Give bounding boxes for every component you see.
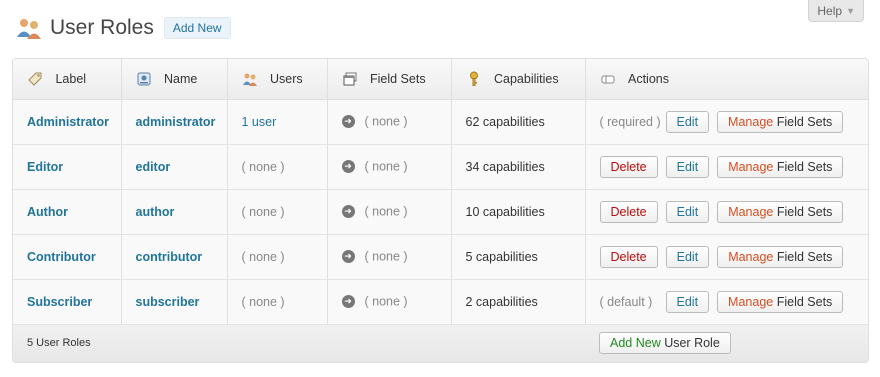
role-label-link[interactable]: Contributor bbox=[27, 250, 96, 264]
arrow-right-icon[interactable]: ➜ bbox=[341, 295, 355, 309]
delete-button[interactable]: Delete bbox=[599, 200, 658, 223]
user-roles-icon bbox=[17, 19, 41, 39]
table-footer-row: 5 User Roles Add New User Role bbox=[13, 324, 868, 362]
arrow-right-icon[interactable]: ➜ bbox=[341, 115, 355, 129]
manage-field-sets-button[interactable]: Manage Field Sets bbox=[717, 110, 844, 133]
field-sets-value: ( none ) bbox=[364, 204, 408, 219]
windows-icon bbox=[343, 72, 356, 86]
table-row: Editor editor ( none ) ➜ ( none ) 34 capa… bbox=[13, 144, 868, 190]
role-label-link[interactable]: Author bbox=[27, 205, 68, 219]
arrow-right-icon[interactable]: ➜ bbox=[341, 250, 355, 264]
caret-down-icon: ▼ bbox=[846, 5, 855, 16]
role-users-value: ( none ) bbox=[241, 159, 285, 174]
role-users-value: ( none ) bbox=[241, 249, 285, 264]
edit-button[interactable]: Edit bbox=[665, 245, 710, 268]
key-icon bbox=[469, 71, 478, 86]
eraser-icon bbox=[601, 75, 614, 84]
capabilities-count: 10 capabilities bbox=[465, 204, 545, 219]
edit-button[interactable]: Edit bbox=[665, 200, 710, 223]
page-header: User Roles Add New bbox=[16, 12, 231, 44]
column-label[interactable]: Label bbox=[13, 59, 122, 100]
field-sets-value: ( none ) bbox=[364, 159, 408, 174]
table-row: Author author ( none ) ➜ ( none ) 10 capa… bbox=[13, 189, 868, 235]
tag-icon bbox=[28, 72, 42, 86]
role-name-link[interactable]: administrator bbox=[136, 115, 216, 129]
status-label: ( default ) bbox=[599, 294, 653, 309]
role-label-link[interactable]: Administrator bbox=[27, 115, 109, 129]
add-new-user-role-button[interactable]: Add New User Role bbox=[599, 332, 731, 355]
manage-field-sets-button[interactable]: Manage Field Sets bbox=[717, 245, 844, 268]
manage-field-sets-button[interactable]: Manage Field Sets bbox=[717, 290, 844, 313]
column-field-sets[interactable]: Field Sets bbox=[327, 59, 452, 100]
page-title: User Roles bbox=[50, 16, 154, 39]
arrow-right-icon[interactable]: ➜ bbox=[341, 160, 355, 174]
column-actions[interactable]: Actions bbox=[585, 59, 868, 100]
role-users-link[interactable]: 1 user bbox=[242, 115, 277, 129]
role-label-link[interactable]: Subscriber bbox=[27, 295, 92, 309]
delete-button[interactable]: Delete bbox=[599, 155, 658, 178]
help-label: Help bbox=[817, 3, 843, 18]
capabilities-count: 62 capabilities bbox=[465, 114, 545, 129]
capabilities-count: 34 capabilities bbox=[465, 159, 545, 174]
edit-button[interactable]: Edit bbox=[665, 290, 710, 313]
field-sets-value: ( none ) bbox=[364, 114, 408, 129]
role-users-value: ( none ) bbox=[241, 204, 285, 219]
capabilities-count: 5 capabilities bbox=[465, 249, 538, 264]
field-sets-value: ( none ) bbox=[364, 294, 408, 309]
id-card-icon bbox=[137, 72, 150, 86]
field-sets-value: ( none ) bbox=[364, 249, 408, 264]
role-count: 5 User Roles bbox=[27, 337, 91, 350]
arrow-right-icon[interactable]: ➜ bbox=[341, 205, 355, 219]
manage-field-sets-button[interactable]: Manage Field Sets bbox=[717, 155, 844, 178]
manage-field-sets-button[interactable]: Manage Field Sets bbox=[717, 200, 844, 223]
edit-button[interactable]: Edit bbox=[665, 110, 710, 133]
role-name-link[interactable]: subscriber bbox=[136, 295, 200, 309]
users-icon bbox=[242, 73, 257, 86]
table-row: Contributor contributor ( none ) ➜ ( none… bbox=[13, 234, 868, 280]
table-row: Administrator administrator 1 user ➜ ( no… bbox=[13, 99, 868, 145]
role-name-link[interactable]: editor bbox=[136, 160, 171, 174]
add-new-button[interactable]: Add New bbox=[163, 17, 231, 39]
table-header-row: Label Name Users Field Sets Capabilities bbox=[13, 59, 868, 100]
column-users[interactable]: Users bbox=[227, 59, 328, 100]
status-label: ( required ) bbox=[599, 114, 661, 129]
table-row: Subscriber subscriber ( none ) ➜ ( none )… bbox=[13, 279, 868, 325]
column-name[interactable]: Name bbox=[121, 59, 228, 100]
role-name-link[interactable]: author bbox=[136, 205, 175, 219]
role-name-link[interactable]: contributor bbox=[136, 250, 203, 264]
edit-button[interactable]: Edit bbox=[665, 155, 710, 178]
delete-button[interactable]: Delete bbox=[599, 245, 658, 268]
capabilities-count: 2 capabilities bbox=[465, 294, 538, 309]
role-users-value: ( none ) bbox=[241, 294, 285, 309]
column-capabilities[interactable]: Capabilities bbox=[451, 59, 586, 100]
user-roles-table: Label Name Users Field Sets Capabilities bbox=[12, 58, 869, 363]
role-label-link[interactable]: Editor bbox=[27, 160, 63, 174]
help-button[interactable]: Help ▼ bbox=[808, 0, 864, 22]
